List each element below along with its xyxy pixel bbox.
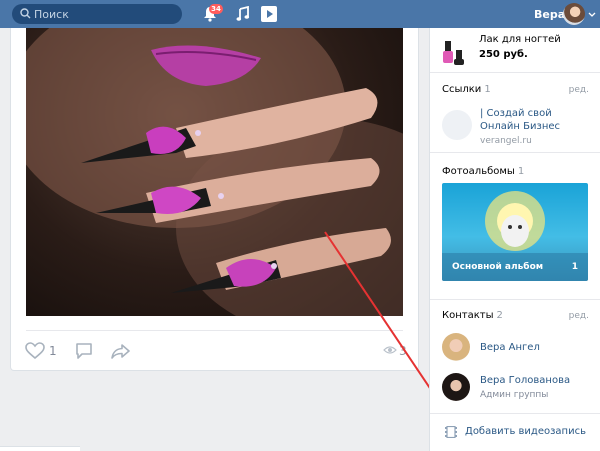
album-cover[interactable]: Основной альбом 1 (442, 183, 588, 281)
contacts-title[interactable]: Контакты 2 (442, 310, 503, 321)
add-video-button[interactable]: Добавить видеозапись (430, 414, 600, 451)
album-name: Основной альбом (452, 262, 544, 272)
contact-role: Админ группы (480, 390, 549, 400)
product-name[interactable]: Лак для ногтей (479, 34, 561, 45)
right-column: Лак для ногтей 250 руб. Ссылки 1 ред. | С… (429, 28, 600, 451)
add-video-label: Добавить видеозапись (465, 426, 586, 437)
albums-count: 1 (517, 166, 525, 177)
links-section: Ссылки 1 ред. | Создай свой Онлайн Бизнес… (430, 73, 600, 153)
links-title[interactable]: Ссылки 1 (442, 84, 491, 95)
links-edit-link[interactable]: ред. (569, 85, 589, 95)
nail-polish-icon (443, 41, 464, 65)
link-title[interactable]: | Создай свой Онлайн Бизнес (480, 107, 590, 133)
film-icon (445, 426, 457, 438)
link-url: verangel.ru (480, 136, 532, 146)
album-photo-count: 1 (571, 262, 578, 272)
contact-name[interactable]: Вера Ангел (480, 342, 540, 353)
product-section[interactable]: Лак для ногтей 250 руб. (430, 28, 600, 73)
contact-avatar[interactable] (442, 333, 470, 361)
contact-avatar[interactable] (442, 373, 470, 401)
contacts-section: Контакты 2 ред. Вера Ангел Вера Голованов… (430, 300, 600, 414)
link-thumbnail[interactable] (442, 110, 472, 140)
product-price: 250 руб. (479, 49, 528, 60)
links-count: 1 (484, 84, 491, 95)
albums-section: Фотоальбомы 1 Основной альбом 1 (430, 153, 600, 300)
bottom-panel-edge (0, 446, 80, 451)
albums-title[interactable]: Фотоальбомы 1 (442, 166, 524, 177)
contacts-edit-link[interactable]: ред. (569, 311, 589, 321)
contacts-count: 2 (496, 310, 503, 321)
contact-name[interactable]: Вера Голованова (480, 375, 570, 386)
